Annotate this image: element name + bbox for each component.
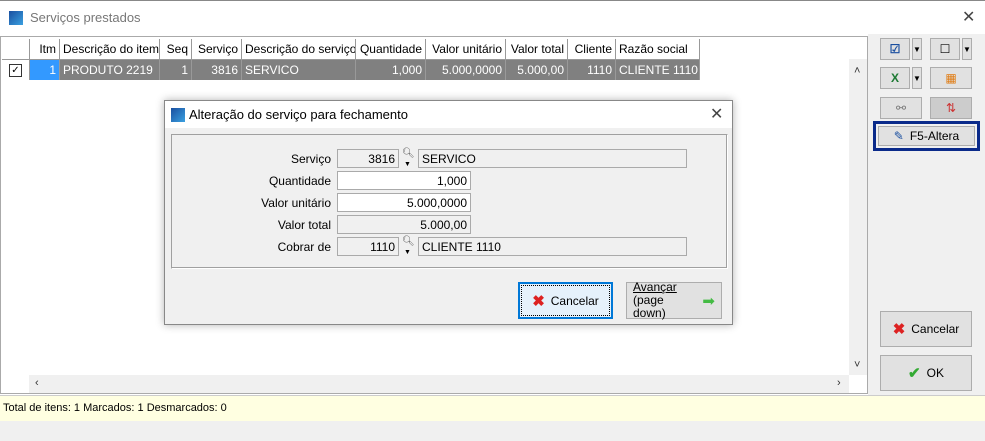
f5-altera-button[interactable]: ✎ F5-Altera [878,126,975,146]
green-check-icon: ✔ [908,365,921,382]
quantidade-input[interactable]: 1,000 [337,171,471,190]
servico-label: Serviço [290,152,331,166]
check-dropdown-button[interactable]: ▼ [912,38,922,60]
table-cell[interactable]: 1,000 [356,60,426,80]
cobrar-de-label: Cobrar de [277,240,331,254]
excel-icon: X [890,71,899,85]
table-hand-icon: ▦ [945,71,957,85]
red-x-icon: ✖ [532,292,545,310]
horizontal-scrollbar[interactable]: ‹ › [29,375,849,393]
cobrar-de-desc-field: CLIENTE 1110 [418,237,687,256]
servico-desc-field: SERVICO [418,149,687,168]
header-check [2,39,30,60]
caret-down-icon: ▼ [913,73,921,83]
dialog-cancel-label: Cancelar [550,293,599,308]
status-bar: Total de itens: 1 Marcados: 1 Desmarcado… [0,395,985,421]
table-cell[interactable]: 5.000,0000 [426,60,506,80]
table-cell[interactable]: SERVICO [242,60,356,80]
sort-button[interactable]: ⇅ [930,97,972,119]
cancel-label: Cancelar [911,322,960,336]
col-header[interactable]: Valor unitário [426,39,506,60]
row-checkbox-cell[interactable]: ✓ [2,60,30,80]
ok-button[interactable]: ✔ OK [880,355,972,391]
ok-label: OK [926,366,944,380]
f5-focus-frame: ✎ F5-Altera [873,121,980,151]
col-header[interactable]: Serviço [192,39,242,60]
col-header[interactable]: Razão social [616,39,700,60]
table-cell[interactable]: CLIENTE 1110 [616,60,700,80]
advance-label-line2: (page down) [633,293,666,320]
table-cell[interactable]: 1110 [568,60,616,80]
sort-icon: ⇅ [945,101,957,115]
excel-export-button[interactable]: X [880,67,910,89]
valor-total-field: 5.000,00 [337,215,471,234]
table-cell[interactable]: 5.000,00 [506,60,568,80]
window-title: Serviços prestados [30,10,141,25]
app-icon [9,11,23,25]
edit-service-dialog: Alteração do serviço para fechamento ✕ S… [164,100,733,325]
caret-down-icon: ▼ [963,44,971,54]
quantidade-label: Quantidade [268,174,331,188]
scroll-right-icon[interactable]: › [837,377,841,389]
close-icon[interactable]: ✕ [962,7,975,27]
red-x-icon: ✖ [892,321,906,338]
checkbox-empty-icon: ☐ [939,42,951,56]
f5-altera-label: F5-Altera [909,129,960,143]
bottom-strip [0,421,985,441]
scroll-up-icon[interactable]: ˄ [854,65,860,77]
cobrar-de-code-field[interactable]: 1110 [337,237,399,256]
binoculars-icon: ⚯ [895,101,907,115]
advance-label: Avançar (page down) [633,281,696,320]
caret-down-icon[interactable]: ▼ [404,161,411,168]
advance-button[interactable]: Avançar (page down) ➡ [626,281,722,320]
row-checkbox[interactable]: ✓ [9,64,22,77]
vertical-scrollbar[interactable]: ˄ ˅ [849,59,867,375]
dialog-title-bar: Alteração do serviço para fechamento ✕ [165,101,732,128]
green-arrow-right-icon: ➡ [702,292,715,310]
table-cell[interactable]: PRODUTO 2219 [60,60,160,80]
table-config-button[interactable]: ▦ [930,67,972,89]
scroll-left-icon[interactable]: ‹ [35,377,39,389]
check-all-button[interactable]: ☑ [880,38,910,60]
servico-code-field[interactable]: 3816 [337,149,399,168]
col-header[interactable]: Seq [160,39,192,60]
scroll-down-icon[interactable]: ˅ [854,359,860,371]
caret-down-icon: ▼ [913,44,921,54]
col-header[interactable]: Itm [30,39,60,60]
col-header[interactable]: Valor total [506,39,568,60]
table-cell[interactable]: 3816 [192,60,242,80]
valor-total-label: Valor total [277,218,331,232]
title-bar: Serviços prestados ✕ [0,0,985,34]
dialog-cancel-button[interactable]: ✖ Cancelar [518,282,613,319]
dialog-title: Alteração do serviço para fechamento [189,107,408,122]
table-cell[interactable]: 1 [30,60,60,80]
uncheck-dropdown-button[interactable]: ▼ [962,38,972,60]
view-button[interactable]: ⚯ [880,97,922,119]
excel-dropdown-button[interactable]: ▼ [912,67,922,89]
valor-unitario-label: Valor unitário [261,196,331,210]
edit-icon: ✎ [893,129,904,143]
table-cell[interactable]: 1 [160,60,192,80]
close-icon[interactable]: ✕ [710,104,723,124]
valor-unitario-input[interactable]: 5.000,0000 [337,193,471,212]
search-icon[interactable]: 🔍︎ [402,148,415,159]
checkbox-checked-icon: ☑ [889,42,901,56]
search-icon[interactable]: 🔍︎ [402,236,415,247]
col-header[interactable]: Descrição do item [60,39,160,60]
caret-down-icon[interactable]: ▼ [404,249,411,256]
action-panel: ☑ ▼ ☐ ▼ X ▼ ▦ ⚯ ⇅ ✎ F5-Altera ✖ Cancelar ✔… [868,34,985,395]
col-header[interactable]: Cliente [568,39,616,60]
col-header[interactable]: Quantidade [356,39,426,60]
col-header[interactable]: Descrição do serviço [242,39,356,60]
app-icon [171,108,185,122]
uncheck-all-button[interactable]: ☐ [930,38,960,60]
cancel-button[interactable]: ✖ Cancelar [880,311,972,347]
